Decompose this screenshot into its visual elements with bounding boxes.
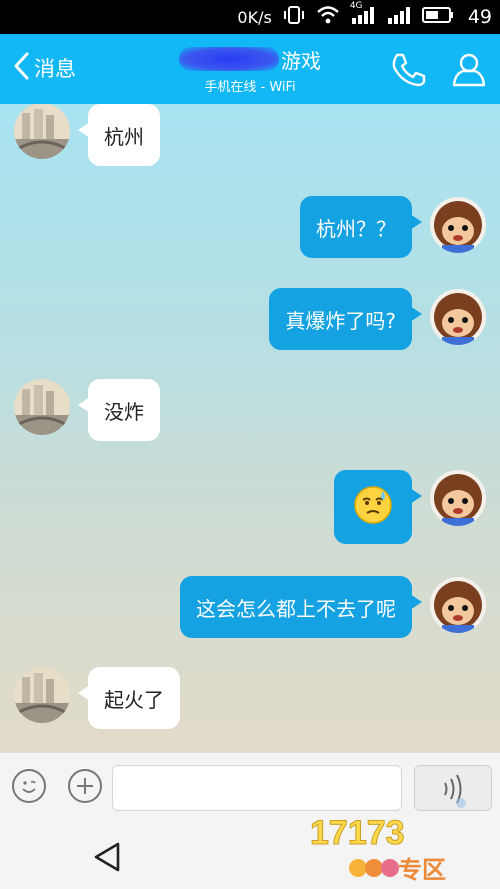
vibrate-icon: [282, 5, 306, 30]
redacted-name: [179, 47, 279, 71]
message-text: 这会怎么都上不去了呢: [196, 596, 396, 621]
message-bubble-2[interactable]: 杭州？？: [300, 196, 422, 258]
battery-icon: [421, 5, 454, 30]
page-title: 游戏: [281, 48, 321, 73]
chat-header: 消息 游戏 手机在线 - WiFi: [0, 34, 500, 104]
person-icon: [449, 53, 489, 92]
back-button[interactable]: 消息: [12, 50, 76, 86]
online-status: 手机在线 - WiFi: [204, 80, 296, 95]
chat-area[interactable]: 杭州 杭州？？ 真爆炸了吗? 没炸 这会怎么都上不去了呢 起火了: [0, 104, 500, 752]
wifi-icon: [316, 5, 340, 30]
message-bubble-3[interactable]: 真爆炸了吗?: [269, 288, 422, 350]
message-text: 真爆炸了吗?: [285, 308, 396, 333]
emoji-button[interactable]: [12, 769, 46, 803]
message-text: 杭州: [104, 124, 144, 149]
my-avatar[interactable]: [430, 289, 486, 345]
sweat-smile-emoji-icon: [353, 485, 393, 530]
contact-avatar[interactable]: [14, 104, 70, 159]
voice-button[interactable]: [414, 765, 492, 811]
message-bubble-1[interactable]: 杭州: [78, 104, 160, 166]
add-button[interactable]: [68, 769, 102, 803]
signal-4g-icon: 4G: [350, 1, 376, 30]
profile-button[interactable]: [449, 50, 489, 88]
chat-title[interactable]: 游戏 手机在线 - WiFi: [150, 46, 350, 95]
my-avatar[interactable]: [430, 470, 486, 526]
contact-avatar[interactable]: [14, 667, 70, 723]
call-button[interactable]: [388, 50, 428, 88]
message-text: 没炸: [104, 399, 144, 424]
contact-avatar[interactable]: [14, 379, 70, 435]
message-input[interactable]: [112, 765, 402, 811]
network-speed: 0K/s: [237, 7, 272, 27]
message-bubble-4[interactable]: 没炸: [78, 379, 160, 441]
message-bubble-6[interactable]: 这会怎么都上不去了呢: [180, 576, 422, 638]
triangle-back-icon: [90, 842, 126, 878]
battery-level: 49: [467, 6, 492, 28]
my-avatar[interactable]: [430, 577, 486, 633]
status-bar: 0K/s 4G 49: [0, 0, 500, 34]
chevron-left-icon: [12, 51, 30, 85]
nav-back-button[interactable]: [90, 840, 126, 874]
back-label: 消息: [34, 57, 76, 81]
message-bubble-5[interactable]: [334, 470, 422, 544]
watermark-logo: 17173 专区: [306, 808, 496, 885]
signal-icon: [386, 5, 412, 30]
message-text: 起火了: [104, 687, 164, 712]
my-avatar[interactable]: [430, 197, 486, 253]
message-bubble-7[interactable]: 起火了: [78, 667, 180, 729]
phone-icon: [388, 53, 428, 92]
watermark-sub: 专区: [398, 856, 446, 884]
watermark-brand: 17173: [310, 814, 405, 852]
message-text: 杭州？？: [316, 216, 396, 241]
